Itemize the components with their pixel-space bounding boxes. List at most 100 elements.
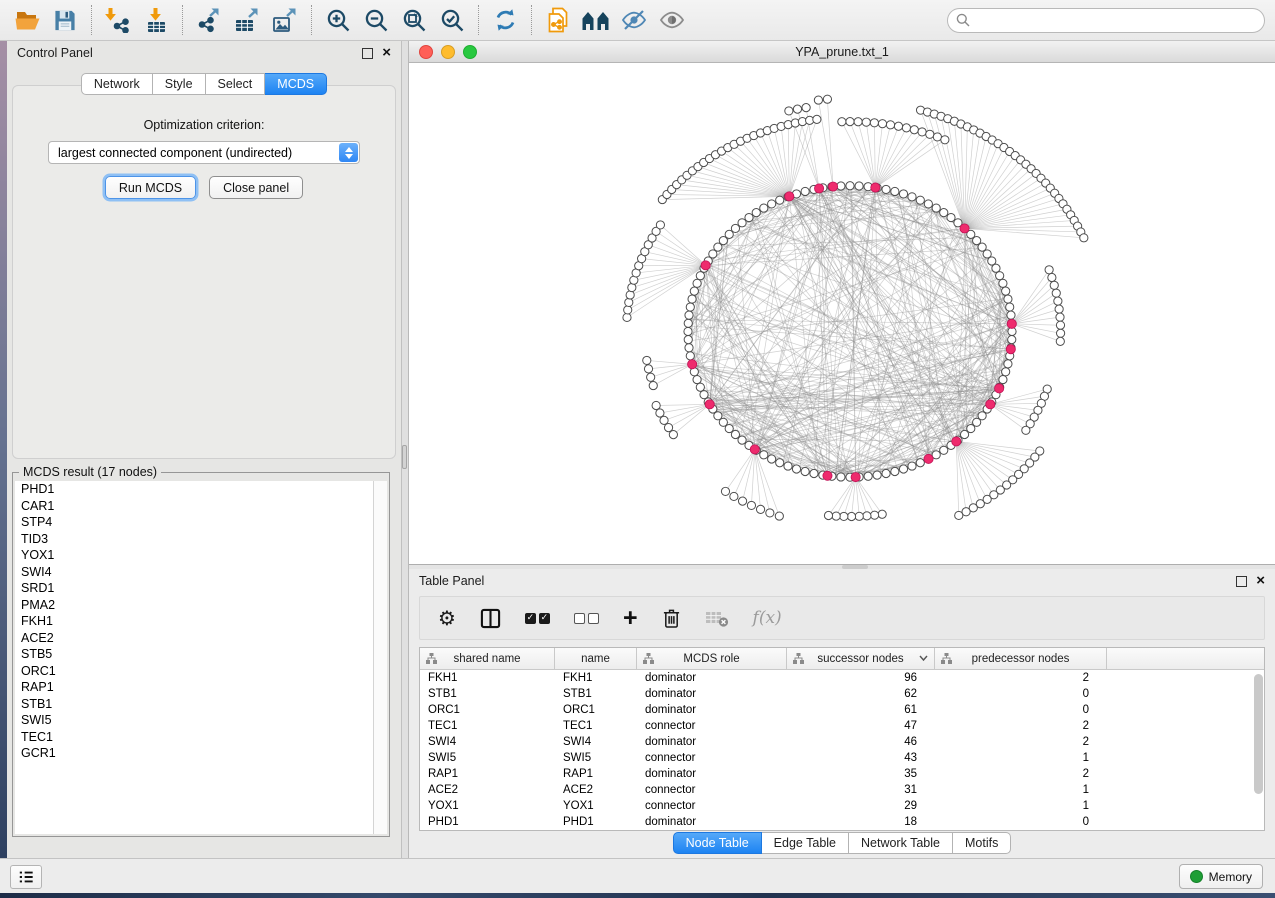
column-header-successor-nodes[interactable]: successor nodes [787, 648, 935, 669]
table-row[interactable]: TEC1TEC1connector472 [420, 718, 1264, 734]
zoom-out-button[interactable] [357, 3, 395, 37]
mcds-result-item[interactable]: SWI5 [15, 712, 387, 729]
memory-button[interactable]: Memory [1179, 864, 1263, 889]
criterion-selected-value: largest connected component (undirected) [58, 146, 292, 160]
tab-edge-table[interactable]: Edge Table [762, 832, 849, 854]
table-row[interactable]: RAP1RAP1dominator352 [420, 766, 1264, 782]
refresh-icon [493, 8, 518, 32]
zoom-in-button[interactable] [319, 3, 357, 37]
delete-column-button[interactable] [662, 607, 681, 630]
application-window: Control Panel × NetworkStyleSelectMCDS O… [0, 0, 1275, 893]
mcds-result-item[interactable]: TID3 [15, 531, 387, 548]
network-graph[interactable] [409, 63, 1275, 564]
search-input[interactable] [947, 8, 1265, 33]
tab-network-table[interactable]: Network Table [849, 832, 953, 854]
mcds-result-item[interactable]: FKH1 [15, 613, 387, 630]
table-row[interactable]: YOX1YOX1connector291 [420, 798, 1264, 814]
mcds-result-item[interactable]: YOX1 [15, 547, 387, 564]
float-panel-icon[interactable] [362, 48, 373, 59]
mcds-result-item[interactable]: CAR1 [15, 498, 387, 515]
tab-mcds[interactable]: MCDS [265, 73, 327, 95]
tab-select[interactable]: Select [206, 73, 266, 95]
show-graphics-details-button[interactable] [653, 3, 691, 37]
column-header-mcds-role[interactable]: MCDS role [637, 648, 787, 669]
delete-table-button[interactable] [705, 608, 729, 628]
tab-network[interactable]: Network [81, 73, 153, 95]
mcds-result-item[interactable]: STB5 [15, 646, 387, 663]
refresh-button[interactable] [486, 3, 524, 37]
unchecked-box-icon [574, 613, 585, 624]
share-document-icon [546, 7, 570, 33]
mcds-result-item[interactable]: SWI4 [15, 564, 387, 581]
open-file-button[interactable] [8, 3, 46, 37]
table-row[interactable]: ORC1ORC1dominator610 [420, 702, 1264, 718]
table-row[interactable]: SWI5SWI5connector431 [420, 750, 1264, 766]
vertical-splitter[interactable] [402, 41, 409, 858]
mcds-result-item[interactable]: ACE2 [15, 630, 387, 647]
table-panel-tabs: Node TableEdge TableNetwork TableMotifs [673, 832, 1012, 854]
table-row[interactable]: STB1STB1dominator620 [420, 686, 1264, 702]
float-panel-icon[interactable] [1236, 576, 1247, 587]
splitter-grip[interactable] [402, 445, 407, 469]
mcds-result-item[interactable]: PMA2 [15, 597, 387, 614]
desktop-wallpaper-sliver [0, 41, 7, 858]
mcds-result-item[interactable]: STB1 [15, 696, 387, 713]
save-session-button[interactable] [46, 3, 84, 37]
search-container [947, 8, 1265, 33]
export-network-button[interactable] [190, 3, 228, 37]
binoculars-icon [581, 9, 611, 31]
show-columns-button[interactable] [480, 608, 501, 629]
column-header-name[interactable]: name [555, 648, 637, 669]
mcds-result-item[interactable]: SRD1 [15, 580, 387, 597]
search-network-button[interactable] [577, 3, 615, 37]
table-settings-button[interactable]: ⚙ [438, 606, 456, 630]
table-row[interactable]: ACE2ACE2connector311 [420, 782, 1264, 798]
mcds-list-scrollbar[interactable] [373, 481, 387, 834]
tab-motifs[interactable]: Motifs [953, 832, 1011, 854]
tab-node-table[interactable]: Node Table [673, 832, 762, 854]
mcds-result-item[interactable]: RAP1 [15, 679, 387, 696]
column-header-predecessor-nodes[interactable]: predecessor nodes [935, 648, 1107, 669]
run-mcds-button[interactable]: Run MCDS [105, 176, 196, 199]
close-panel-icon[interactable]: × [1256, 576, 1265, 586]
gear-icon: ⚙ [438, 606, 456, 630]
zoom-in-icon [326, 8, 351, 33]
table-row[interactable]: SWI4SWI4dominator462 [420, 734, 1264, 750]
eye-slash-icon [621, 9, 647, 31]
deselect-all-button[interactable] [574, 613, 599, 624]
select-all-button[interactable]: ✓ ✓ [525, 613, 550, 624]
hide-graphics-details-button[interactable] [615, 3, 653, 37]
network-window-titlebar[interactable]: YPA_prune.txt_1 [409, 41, 1275, 63]
add-column-button[interactable]: + [623, 608, 638, 628]
table-scrollbar-thumb[interactable] [1254, 674, 1263, 794]
share-document-button[interactable] [539, 3, 577, 37]
tab-style[interactable]: Style [153, 73, 206, 95]
zoom-fit-button[interactable] [395, 3, 433, 37]
trash-icon [662, 607, 681, 630]
mcds-result-item[interactable]: PHD1 [15, 481, 387, 498]
table-row[interactable]: FKH1FKH1dominator962 [420, 670, 1264, 686]
toolbar-separator [311, 5, 312, 35]
close-panel-button[interactable]: Close panel [209, 176, 303, 199]
mcds-result-item[interactable]: GCR1 [15, 745, 387, 762]
import-network-button[interactable] [99, 3, 137, 37]
export-table-button[interactable] [228, 3, 266, 37]
close-panel-icon[interactable]: × [382, 48, 391, 58]
apply-function-button[interactable]: f(x) [753, 608, 782, 628]
control-panel-tabs: NetworkStyleSelectMCDS [7, 73, 401, 95]
table-header-row: shared namenameMCDS rolesuccessor nodesp… [420, 648, 1264, 670]
table-row[interactable]: PHD1PHD1dominator180 [420, 814, 1264, 830]
zoom-selected-button[interactable] [433, 3, 471, 37]
delete-table-icon [705, 608, 729, 628]
show-panels-button[interactable] [10, 865, 42, 889]
column-header-shared-name[interactable]: shared name [420, 648, 555, 669]
list-icon [17, 869, 35, 885]
import-table-button[interactable] [137, 3, 175, 37]
criterion-select[interactable]: largest connected component (undirected) [48, 141, 360, 164]
toolbar-separator [182, 5, 183, 35]
export-image-button[interactable] [266, 3, 304, 37]
mcds-result-item[interactable]: ORC1 [15, 663, 387, 680]
mcds-result-group: MCDS result (17 nodes) PHD1CAR1STP4TID3Y… [12, 465, 390, 837]
mcds-result-item[interactable]: TEC1 [15, 729, 387, 746]
mcds-result-item[interactable]: STP4 [15, 514, 387, 531]
